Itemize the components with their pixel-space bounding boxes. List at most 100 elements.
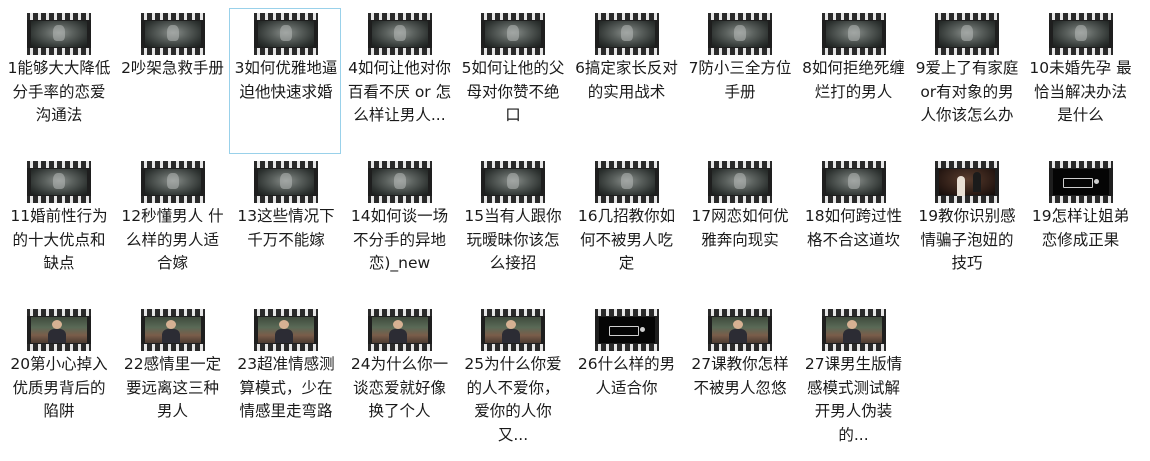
video-thumbnail <box>485 317 541 343</box>
video-file-icon <box>367 161 432 203</box>
film-strip-top <box>140 13 205 20</box>
video-thumbnail <box>258 21 314 47</box>
video-thumbnail <box>1052 169 1109 195</box>
file-item[interactable]: 27课男生版情感模式测试解开男人伪装的... <box>797 304 909 450</box>
file-item[interactable]: 9爱上了有家庭or有对象的男人你该怎么办 <box>910 8 1022 154</box>
film-strip-top <box>821 13 886 20</box>
file-item[interactable]: 11婚前性行为的十大优点和缺点 <box>2 156 114 302</box>
film-strip-top <box>821 309 886 316</box>
video-file-icon <box>935 161 999 203</box>
file-name: 19教你识别感情骗子泡妞的技巧 <box>918 207 1016 272</box>
file-name: 24为什么你一谈恋爱就好像换了个人 <box>350 355 449 420</box>
video-thumbnail <box>485 169 541 195</box>
video-file-icon <box>140 13 205 55</box>
video-thumbnail <box>371 169 428 195</box>
film-strip-top <box>27 13 91 20</box>
file-item[interactable]: 16几招教你如何不被男人吃定 <box>570 156 682 302</box>
video-file-icon <box>140 309 205 351</box>
film-strip-bottom <box>708 344 772 351</box>
film-strip-top <box>254 309 318 316</box>
video-file-icon <box>27 13 91 55</box>
file-item[interactable]: 27课教你怎样不被男人忽悠 <box>683 304 795 450</box>
video-thumbnail <box>712 169 768 195</box>
film-strip-top <box>254 13 318 20</box>
film-strip-bottom <box>140 48 205 55</box>
file-name: 5如何让他的父母对你赞不绝口 <box>461 59 565 124</box>
video-file-icon <box>594 13 659 55</box>
video-file-icon <box>708 161 772 203</box>
file-item[interactable]: 25为什么你爱的人不爱你，爱你的人你又... <box>456 304 568 450</box>
file-item[interactable]: 18如何跨过性格不合这道坎 <box>797 156 909 302</box>
file-item[interactable]: 2吵架急救手册 <box>116 8 228 154</box>
video-file-icon <box>935 13 999 55</box>
video-thumbnail <box>485 21 541 47</box>
file-item[interactable]: 22感情里一定要远离这三种男人 <box>116 304 228 450</box>
file-name: 11婚前性行为的十大优点和缺点 <box>10 207 108 272</box>
file-item[interactable]: 1能够大大降低分手率的恋爱沟通法 <box>2 8 114 154</box>
video-thumbnail <box>1052 21 1109 47</box>
video-file-icon <box>1048 13 1113 55</box>
video-thumbnail <box>598 169 655 195</box>
film-strip-top <box>27 161 91 168</box>
video-thumbnail <box>144 21 201 47</box>
file-name: 12秒懂男人 什么样的男人适合嫁 <box>121 207 224 272</box>
film-strip-bottom <box>367 48 432 55</box>
file-item[interactable]: 19教你识别感情骗子泡妞的技巧 <box>910 156 1022 302</box>
file-item[interactable]: 26什么样的男人适合你 <box>570 304 682 450</box>
film-strip-top <box>367 13 432 20</box>
film-strip-top <box>594 309 659 316</box>
video-file-icon <box>27 161 91 203</box>
file-item[interactable]: 14如何谈一场不分手的异地恋)_new <box>343 156 455 302</box>
file-item[interactable]: 3如何优雅地逼迫他快速求婚 <box>229 8 341 154</box>
film-strip-top <box>481 309 545 316</box>
film-strip-bottom <box>594 344 659 351</box>
file-item[interactable]: 23超准情感测算模式，少在情感里走弯路 <box>229 304 341 450</box>
film-strip-bottom <box>935 48 999 55</box>
film-strip-bottom <box>367 196 432 203</box>
file-item[interactable]: 13这些情况下千万不能嫁 <box>229 156 341 302</box>
file-name: 9爱上了有家庭or有对象的男人你该怎么办 <box>915 59 1019 124</box>
film-strip-bottom <box>481 344 545 351</box>
film-strip-top <box>481 161 545 168</box>
file-item[interactable]: 6搞定家长反对的实用战术 <box>570 8 682 154</box>
film-strip-bottom <box>140 344 205 351</box>
film-strip-bottom <box>140 196 205 203</box>
video-file-icon <box>481 309 545 351</box>
file-item[interactable]: 4如何让他对你百看不厌 or 怎么样让男人... <box>343 8 455 154</box>
film-strip-bottom <box>27 196 91 203</box>
film-strip-top <box>594 161 659 168</box>
video-thumbnail <box>258 169 314 195</box>
file-name: 19怎样让姐弟恋修成正果 <box>1031 207 1130 249</box>
file-name: 25为什么你爱的人不爱你，爱你的人你又... <box>464 355 562 444</box>
file-item[interactable]: 17网恋如何优雅奔向现实 <box>683 156 795 302</box>
film-strip-top <box>140 309 205 316</box>
video-file-icon <box>594 309 659 351</box>
video-file-icon <box>27 309 91 351</box>
file-name: 1能够大大降低分手率的恋爱沟通法 <box>7 59 111 124</box>
file-item[interactable]: 20第小心掉入优质男背后的陷阱 <box>2 304 114 450</box>
film-strip-bottom <box>367 344 432 351</box>
film-strip-top <box>481 13 545 20</box>
video-thumbnail <box>598 21 655 47</box>
film-strip-top <box>27 309 91 316</box>
video-thumbnail <box>939 169 995 195</box>
file-item[interactable]: 19怎样让姐弟恋修成正果 <box>1024 156 1136 302</box>
film-strip-bottom <box>821 344 886 351</box>
file-name: 22感情里一定要远离这三种男人 <box>123 355 222 420</box>
file-item[interactable]: 24为什么你一谈恋爱就好像换了个人 <box>343 304 455 450</box>
file-item[interactable]: 15当有人跟你玩暧昧你该怎么接招 <box>456 156 568 302</box>
file-name: 14如何谈一场不分手的异地恋)_new <box>350 207 449 272</box>
file-item[interactable]: 12秒懂男人 什么样的男人适合嫁 <box>116 156 228 302</box>
file-name: 2吵架急救手册 <box>121 59 224 77</box>
file-item[interactable]: 7防小三全方位手册 <box>683 8 795 154</box>
file-item[interactable]: 8如何拒绝死缠烂打的男人 <box>797 8 909 154</box>
video-file-icon <box>254 13 318 55</box>
file-item[interactable]: 10未婚先孕 最恰当解决办法是什么 <box>1024 8 1136 154</box>
video-thumbnail <box>825 21 882 47</box>
film-strip-top <box>935 13 999 20</box>
film-strip-bottom <box>821 48 886 55</box>
video-thumbnail <box>258 317 314 343</box>
file-item[interactable]: 5如何让他的父母对你赞不绝口 <box>456 8 568 154</box>
video-file-icon <box>367 13 432 55</box>
video-file-icon <box>708 13 772 55</box>
